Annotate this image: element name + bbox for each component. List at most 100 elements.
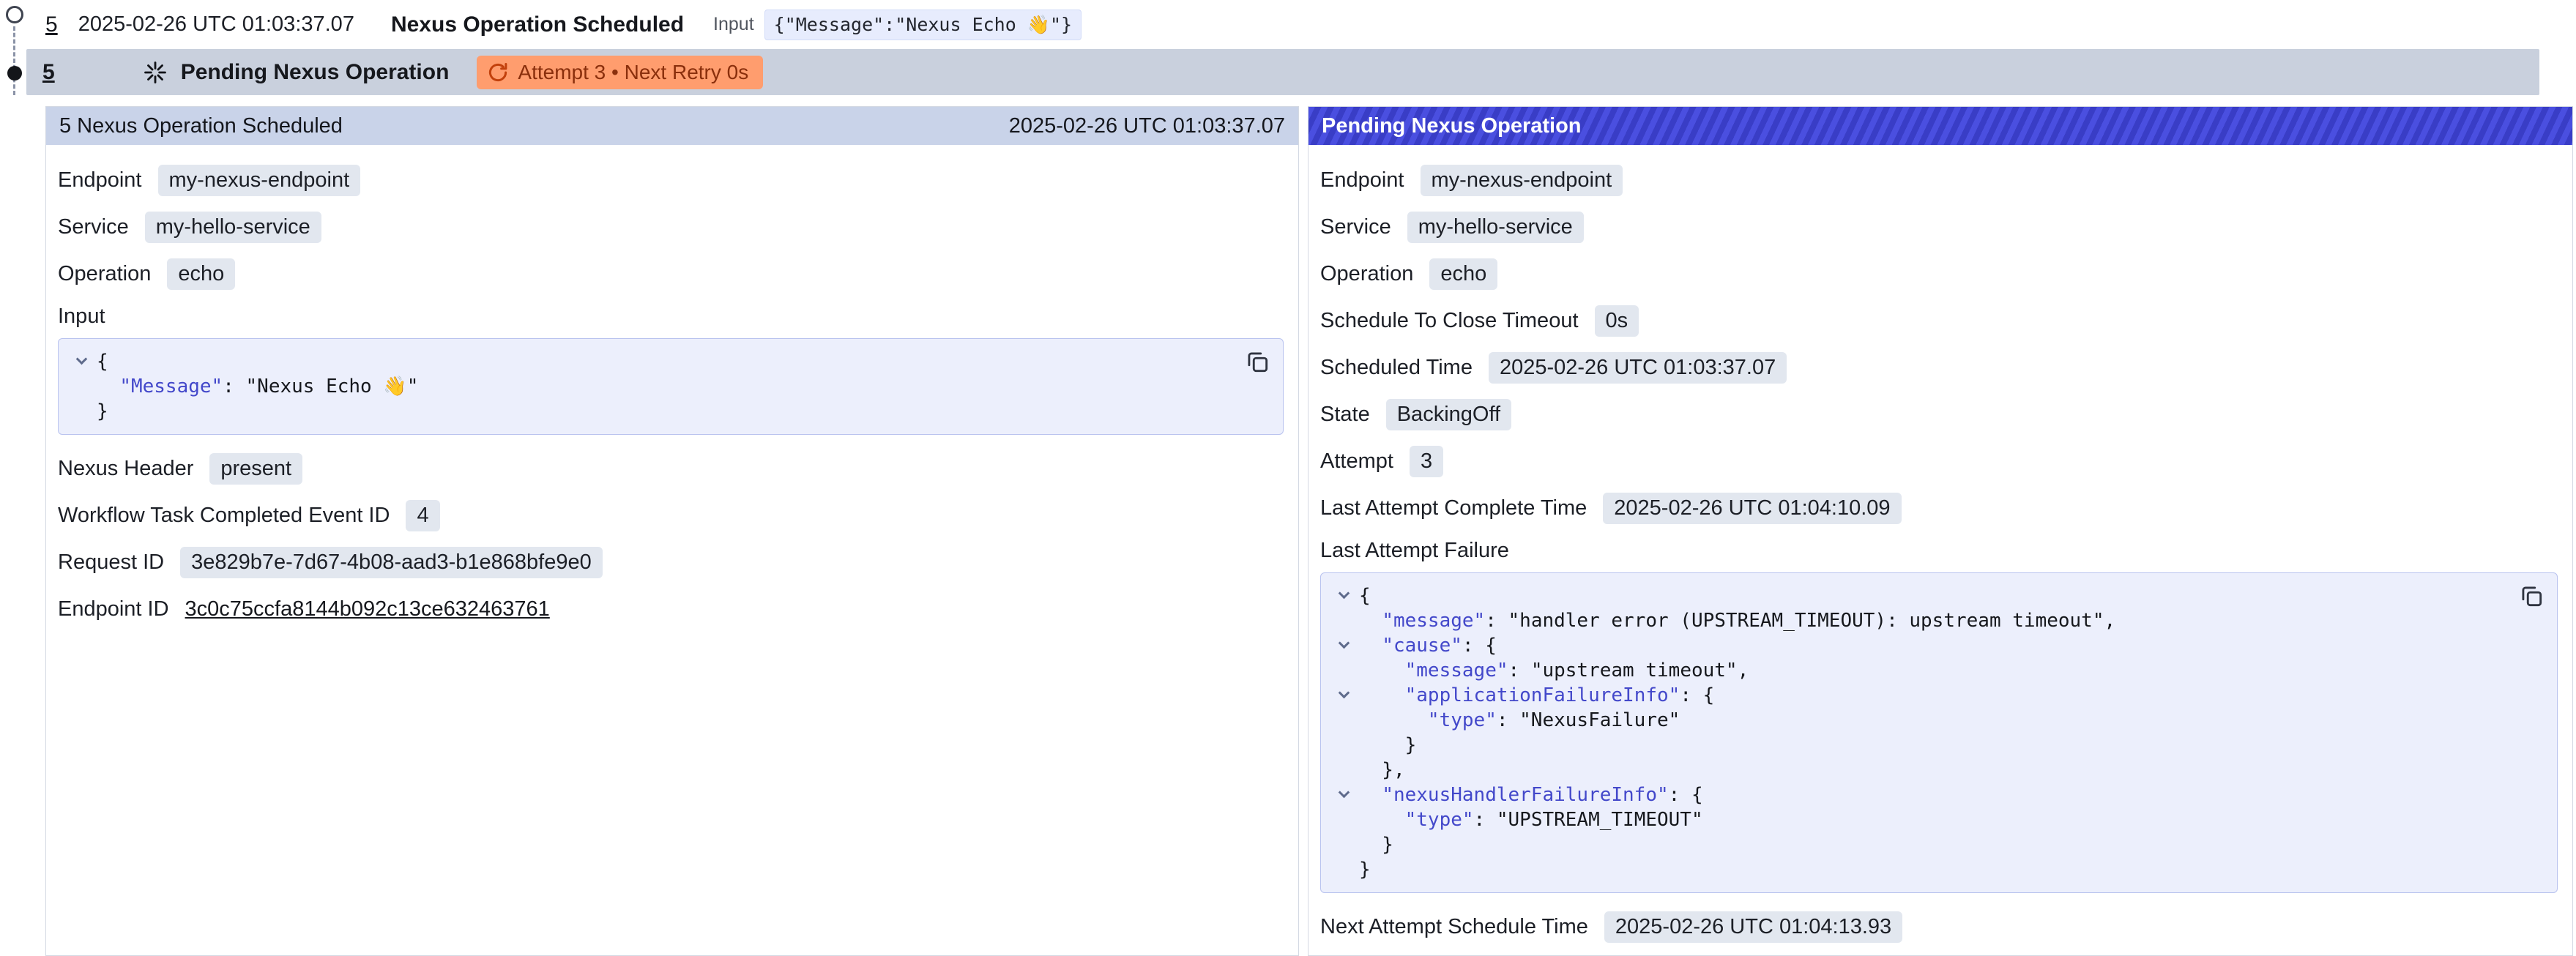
json-text: }: [1359, 733, 1416, 758]
field-value-chip: my-nexus-endpoint: [1421, 165, 1623, 196]
field-row-endpoint-id: Endpoint ID 3c0c75ccfa8144b092c13ce63246…: [58, 586, 1284, 632]
scheduled-panel-timestamp: 2025-02-26 UTC 01:03:37.07: [1009, 114, 1285, 138]
field-label: Next Attempt Schedule Time: [1320, 915, 1588, 939]
collapse-slot: [66, 399, 97, 424]
field-label: Service: [58, 215, 129, 239]
json-text: : "handler error (UPSTREAM_TIMEOUT): ups…: [1485, 608, 2115, 633]
event-history-view: 5 2025-02-26 UTC 01:03:37.07 Nexus Opera…: [0, 0, 2576, 956]
field-value-chip: 2025-02-26 UTC 01:03:37.07: [1489, 352, 1787, 384]
field-row-endpoint: Endpoint my-nexus-endpoint: [1320, 157, 2558, 203]
field-value-chip: present: [209, 453, 302, 485]
copy-icon[interactable]: [1243, 348, 1271, 376]
field-label: State: [1320, 403, 1370, 427]
field-row-nexus-header: Nexus Header present: [58, 445, 1284, 492]
collapse-slot: [1328, 658, 1359, 683]
field-label: Schedule To Close Timeout: [1320, 309, 1579, 333]
json-text: : "NexusFailure": [1497, 708, 1680, 733]
field-value-chip: BackingOff: [1386, 399, 1511, 430]
chevron-down-icon[interactable]: [1338, 638, 1350, 649]
field-label: Attempt: [1320, 449, 1393, 474]
json-key: "applicationFailureInfo": [1405, 683, 1680, 708]
pending-panel-body: Endpoint my-nexus-endpoint Service my-he…: [1309, 145, 2572, 950]
json-line: },: [1328, 758, 2498, 783]
input-preview-chip: {"Message":"Nexus Echo 👋"}: [764, 10, 1082, 40]
scheduled-panel-header: 5 Nexus Operation Scheduled 2025-02-26 U…: [46, 107, 1298, 145]
json-text: [1359, 807, 1405, 832]
timeline-current-event-dot-icon: [7, 66, 22, 81]
field-row-scheduled-time: Scheduled Time 2025-02-26 UTC 01:03:37.0…: [1320, 344, 2558, 391]
json-key: "nexusHandlerFailureInfo": [1382, 783, 1668, 807]
chevron-down-icon[interactable]: [1338, 787, 1350, 799]
field-row-schedule-to-close-timeout: Schedule To Close Timeout 0s: [1320, 297, 2558, 344]
field-value-chip: my-nexus-endpoint: [158, 165, 361, 196]
json-text: {: [97, 349, 108, 374]
json-line: }: [1328, 832, 2498, 857]
field-label: Endpoint ID: [58, 597, 169, 621]
field-value-chip: my-hello-service: [1407, 212, 1584, 243]
json-line: {: [66, 349, 1224, 374]
collapse-slot: [66, 349, 97, 374]
json-line: }: [1328, 857, 2498, 882]
json-text: : "Nexus Echo 👋": [223, 374, 418, 399]
field-row-endpoint: Endpoint my-nexus-endpoint: [58, 157, 1284, 203]
chevron-down-icon[interactable]: [1338, 687, 1350, 699]
json-text: : "UPSTREAM_TIMEOUT": [1474, 807, 1703, 832]
collapse-slot: [1328, 807, 1359, 832]
collapse-slot: [1328, 608, 1359, 633]
field-label: Request ID: [58, 550, 164, 575]
collapse-slot: [1328, 857, 1359, 882]
collapse-slot: [1328, 832, 1359, 857]
json-line: "message": "upstream timeout",: [1328, 658, 2498, 683]
json-line: "cause": {: [1328, 633, 2498, 658]
json-text: },: [1359, 758, 1405, 783]
json-line: "nexusHandlerFailureInfo": {: [1328, 783, 2498, 807]
chevron-down-icon[interactable]: [75, 354, 87, 365]
collapse-slot: [66, 374, 97, 399]
collapse-slot: [1328, 583, 1359, 608]
field-row-operation: Operation echo: [58, 250, 1284, 297]
timeline-start-marker-icon: [6, 6, 23, 23]
field-row-service: Service my-hello-service: [58, 203, 1284, 250]
json-text: : {: [1680, 683, 1714, 708]
field-value-chip: echo: [167, 258, 235, 290]
event-id-link[interactable]: 5: [45, 12, 58, 37]
field-value-chip: 3: [1410, 446, 1443, 477]
json-line: }: [66, 399, 1224, 424]
event-row-scheduled[interactable]: 5 2025-02-26 UTC 01:03:37.07 Nexus Opera…: [26, 0, 2576, 49]
event-name: Nexus Operation Scheduled: [391, 12, 684, 37]
pending-operation-panel: Pending Nexus Operation Endpoint my-nexu…: [1308, 106, 2573, 956]
json-line: {: [1328, 583, 2498, 608]
pending-spinner-icon: [143, 60, 168, 85]
field-row-workflow-task-completed-event-id: Workflow Task Completed Event ID 4: [58, 492, 1284, 539]
copy-icon[interactable]: [2517, 582, 2545, 610]
json-text: : {: [1669, 783, 1703, 807]
json-line: "message": "handler error (UPSTREAM_TIME…: [1328, 608, 2498, 633]
field-label: Nexus Header: [58, 457, 193, 481]
json-line: }: [1328, 733, 2498, 758]
input-json-viewer: { "Message": "Nexus Echo 👋" }: [58, 338, 1284, 435]
field-label: Service: [1320, 215, 1391, 239]
collapse-slot: [1328, 733, 1359, 758]
collapse-slot: [1328, 683, 1359, 708]
json-key: "message": [1382, 608, 1485, 633]
field-row-operation: Operation echo: [1320, 250, 2558, 297]
input-label: Input: [713, 14, 754, 35]
event-row-pending-selected[interactable]: 5 Pending Nexus Operation Attempt 3 • Ne…: [26, 49, 2539, 95]
retry-status-badge: Attempt 3 • Next Retry 0s: [477, 56, 763, 89]
field-label: Operation: [1320, 262, 1413, 286]
retry-icon: [487, 61, 509, 83]
json-text: [1359, 658, 1405, 683]
event-id-link[interactable]: 5: [42, 60, 55, 85]
field-value-chip: 4: [406, 500, 439, 531]
collapse-slot: [1328, 783, 1359, 807]
endpoint-id-link[interactable]: 3c0c75ccfa8144b092c13ce632463761: [185, 597, 550, 621]
field-label: Scheduled Time: [1320, 356, 1473, 380]
json-text: {: [1359, 583, 1371, 608]
input-section-label: Input: [58, 297, 1284, 335]
failure-json-viewer: { "message": "handler error (UPSTREAM_TI…: [1320, 572, 2558, 893]
json-text: }: [1359, 832, 1393, 857]
json-text: [1359, 633, 1382, 658]
json-key: "message": [1405, 658, 1508, 683]
field-label: Last Attempt Complete Time: [1320, 496, 1587, 520]
chevron-down-icon[interactable]: [1338, 588, 1350, 600]
